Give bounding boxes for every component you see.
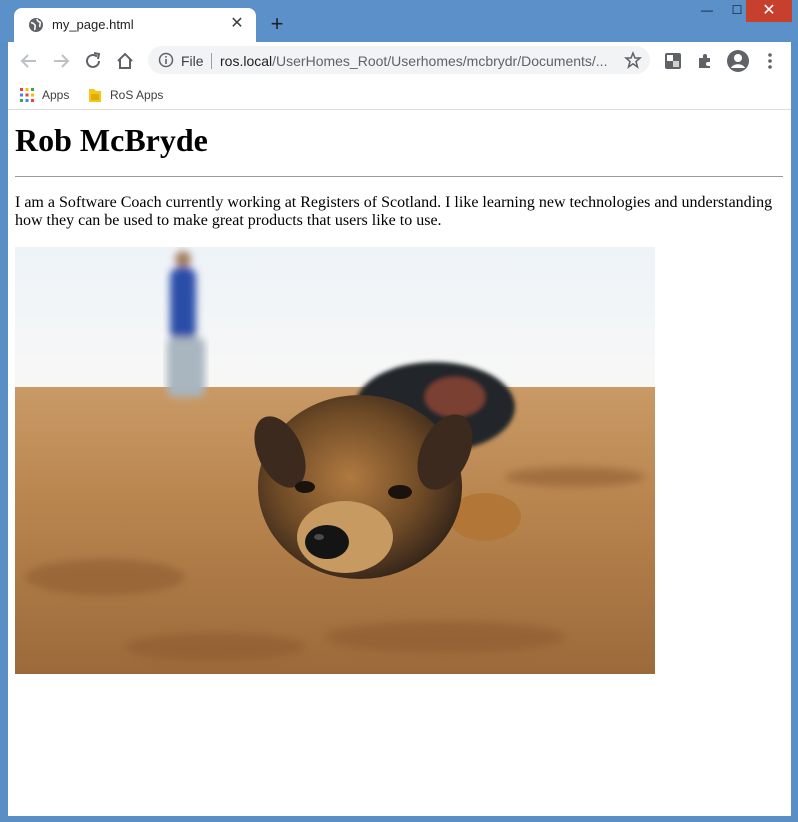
extension-icon[interactable] [663,51,683,71]
intro-paragraph: I am a Software Coach currently working … [15,194,773,229]
globe-icon [29,18,43,32]
url-host: ros.local [220,53,273,69]
tab-title: my_page.html [52,17,134,32]
folder-icon [89,88,101,102]
close-window-button[interactable]: ✕ [746,0,792,22]
page-viewport: Rob McBryde I am a Software Coach curren… [8,110,791,816]
title-bar: my_page.html ✕ + — ☐ ✕ [0,0,798,42]
forward-arrow-icon[interactable] [50,50,72,72]
back-arrow-icon[interactable] [18,50,40,72]
bookmark-apps-label: Apps [42,87,70,102]
minimize-button[interactable]: — [692,0,722,22]
bookmark-ros-apps-label: RoS Apps [110,87,164,102]
url-scheme-label: File [181,53,204,69]
puzzle-extensions-icon[interactable] [695,51,715,71]
browser-tab[interactable]: my_page.html ✕ [14,8,256,42]
home-icon[interactable] [114,50,136,72]
kebab-menu-icon[interactable] [760,51,780,71]
url-text[interactable]: ros.local/UserHomes_Root/Userhomes/mcbry… [220,53,620,69]
bookmark-star-icon[interactable] [624,51,642,69]
info-icon[interactable] [158,52,174,68]
tab-close-icon[interactable]: ✕ [228,15,246,33]
apps-grid-icon [20,87,34,102]
bookmark-apps[interactable]: Apps [20,84,69,104]
browser-toolbar: File ros.local/UserHomes_Root/Userhomes/… [8,42,791,78]
url-path: /UserHomes_Root/Userhomes/mcbrydr/Docume… [272,53,608,69]
bookmark-ros-apps[interactable]: RoS Apps [88,84,163,104]
new-tab-button[interactable]: + [266,13,288,35]
profile-avatar-icon[interactable] [726,49,750,73]
puppy-on-beach-image [15,247,655,674]
url-separator [211,53,212,69]
page-heading: Rob McBryde [15,122,208,158]
reload-icon[interactable] [82,50,104,72]
horizontal-rule [15,176,783,177]
bookmarks-bar: Apps RoS Apps [8,78,791,110]
address-bar[interactable]: File ros.local/UserHomes_Root/Userhomes/… [148,46,650,74]
